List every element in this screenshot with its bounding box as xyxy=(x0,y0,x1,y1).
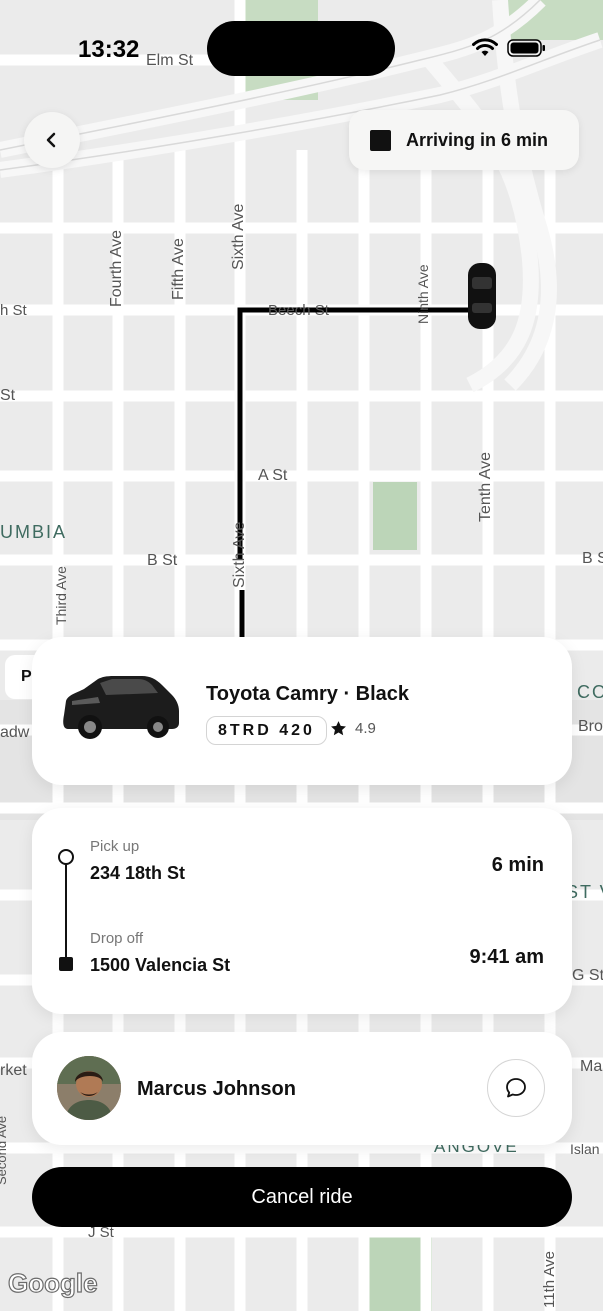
pickup-caption: Pick up xyxy=(90,838,140,855)
pickup-circle-icon xyxy=(58,849,74,865)
status-time: 13:32 xyxy=(78,36,140,63)
driver-photo xyxy=(57,1056,121,1120)
street-label-ninth: Ninth Ave xyxy=(415,264,431,324)
pickup-address: 234 18th St xyxy=(90,863,186,883)
driver-car-marker-icon xyxy=(468,263,496,329)
car-icon xyxy=(63,676,179,739)
route-card: Pick up 234 18th St 6 min Drop off 1500 … xyxy=(32,808,572,1014)
eta-text: Arriving in 6 min xyxy=(406,129,549,150)
google-logo: Google xyxy=(7,1267,98,1298)
dynamic-island xyxy=(207,21,395,76)
street-label-fifth: Fifth Ave xyxy=(170,238,187,300)
star-icon xyxy=(331,721,346,736)
driver-card[interactable]: Marcus Johnson xyxy=(32,1032,572,1145)
street-label-partial: B S xyxy=(582,550,603,567)
street-label-partial: adw xyxy=(0,724,30,741)
eta-pill: Arriving in 6 min xyxy=(349,110,579,170)
dropoff-time: 9:41 am xyxy=(469,946,545,968)
chat-icon xyxy=(506,1078,526,1098)
dropoff-address: 1500 Valencia St xyxy=(90,955,231,975)
chat-button[interactable] xyxy=(487,1059,545,1117)
driver-rating: 4.9 xyxy=(330,720,376,737)
street-label-partial: G St xyxy=(572,967,603,984)
street-label-partial: Islan xyxy=(570,1141,600,1157)
back-chevron-icon xyxy=(46,132,56,148)
street-label-sixth-lower: Sixth Ave xyxy=(231,521,248,588)
wifi-icon xyxy=(472,38,498,56)
area-label-columbia: UMBIA xyxy=(0,522,68,542)
street-label-partial: CO xyxy=(577,682,603,702)
street-label-third: Third Ave xyxy=(53,566,69,625)
avatar[interactable] xyxy=(57,1056,121,1120)
street-label-beech: Beech St xyxy=(268,302,329,319)
street-label-partial: Bro xyxy=(578,718,603,735)
street-label-partial: St xyxy=(0,387,16,404)
street-label-b: B St xyxy=(147,552,178,569)
dropoff-caption: Drop off xyxy=(90,930,144,947)
street-label-partial: Ma xyxy=(580,1058,603,1075)
back-button[interactable] xyxy=(24,112,80,168)
street-label-second: Second Ave xyxy=(0,1115,9,1185)
dropoff-square-icon xyxy=(59,957,73,971)
pickup-time: 6 min xyxy=(491,854,544,876)
status-bar: 13:32 xyxy=(0,0,603,90)
street-label-tenth: Tenth Ave xyxy=(477,452,494,522)
street-label-partial: h St xyxy=(0,302,27,319)
street-label-11th: 11th Ave xyxy=(541,1251,558,1308)
vehicle-title: Toyota Camry · Black xyxy=(206,683,410,705)
square-stop-icon xyxy=(370,129,391,151)
driver-name: Marcus Johnson xyxy=(137,1078,296,1100)
street-label-partial: rket xyxy=(0,1062,27,1079)
route-connector xyxy=(65,856,67,960)
vehicle-card[interactable]: Toyota Camry · Black 8TRD 420 4.9 xyxy=(32,637,572,785)
cancel-ride-button[interactable]: Cancel ride xyxy=(32,1167,572,1227)
street-label-a: A St xyxy=(258,467,288,484)
license-plate: 8TRD 420 xyxy=(206,716,327,745)
street-label-sixth: Sixth Ave xyxy=(230,203,247,270)
status-icons xyxy=(472,38,547,58)
street-label-fourth: Fourth Ave xyxy=(108,229,125,307)
rating-value: 4.9 xyxy=(355,720,376,737)
battery-icon xyxy=(507,39,545,57)
